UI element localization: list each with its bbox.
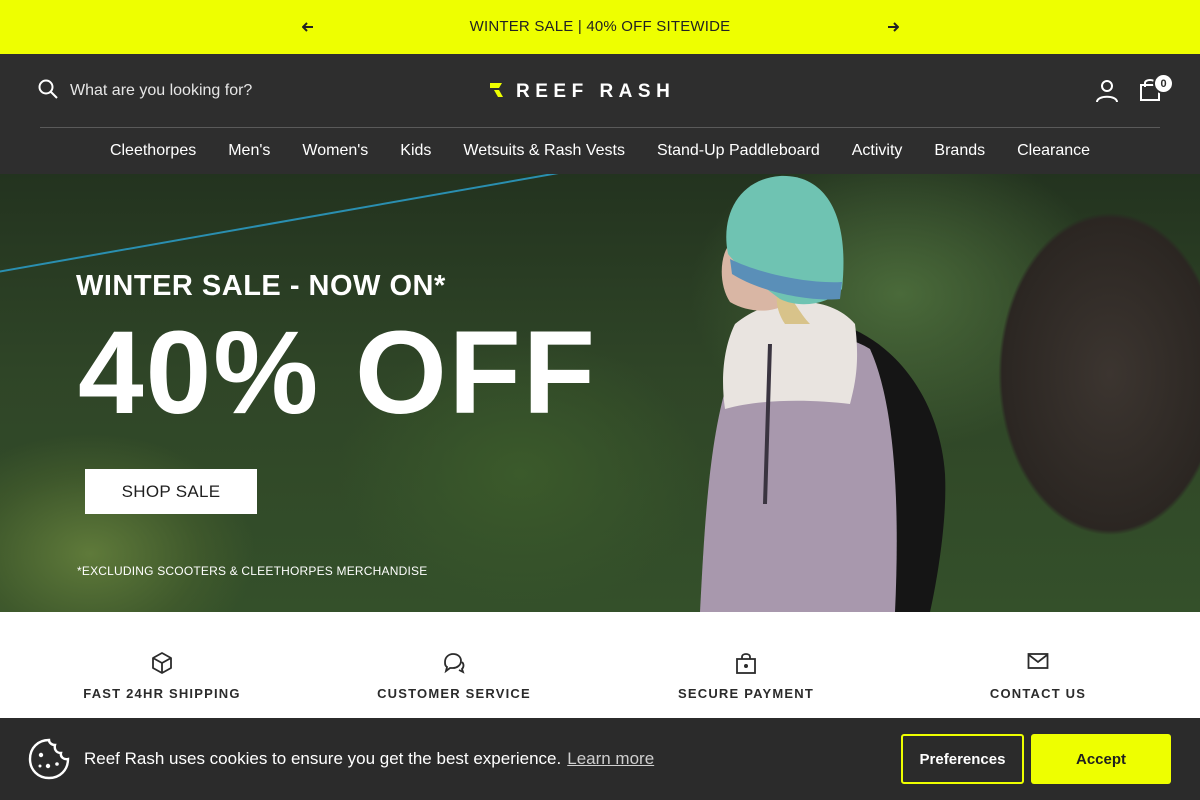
announcement-text[interactable]: WINTER SALE | 40% OFF SITEWIDE: [0, 18, 1200, 35]
lock-bag-icon: [621, 652, 871, 676]
cookie-text: Reef Rash uses cookies to ensure you get…: [84, 749, 562, 768]
site-logo[interactable]: REEF RASH: [490, 81, 675, 103]
feature-label: SECURE PAYMENT: [678, 686, 814, 701]
cookie-icon: [28, 738, 70, 780]
cookie-banner: Reef Rash uses cookies to ensure you get…: [0, 718, 1200, 800]
logo-mark-icon: [490, 82, 508, 102]
box-icon: [37, 652, 287, 676]
nav-item-womens[interactable]: Women's: [302, 142, 368, 160]
mail-icon: [913, 652, 1163, 676]
nav-item-paddleboard[interactable]: Stand-Up Paddleboard: [657, 142, 820, 160]
shop-sale-button[interactable]: SHOP SALE: [85, 469, 257, 514]
hero-banner[interactable]: WINTER SALE - NOW ON* 40% OFF SHOP SALE …: [0, 174, 1200, 612]
arrow-right-icon[interactable]: [883, 17, 903, 37]
feature-label: FAST 24HR SHIPPING: [83, 686, 241, 701]
feature-customer-service[interactable]: CUSTOMER SERVICE: [329, 652, 579, 701]
nav-item-kids[interactable]: Kids: [400, 142, 431, 160]
chat-icon: [329, 652, 579, 676]
hero-fine-print: *EXCLUDING SCOOTERS & CLEETHORPES MERCHA…: [77, 564, 428, 578]
nav-item-activity[interactable]: Activity: [852, 142, 903, 160]
cookie-message: Reef Rash uses cookies to ensure you get…: [84, 749, 654, 769]
site-header: REEF RASH 0 Cleethorpes Men's Women's Ki…: [0, 54, 1200, 174]
hero-headline: 40% OFF: [78, 307, 597, 439]
hero-model-image: [700, 175, 946, 612]
cart-button[interactable]: 0: [1139, 73, 1174, 104]
feature-label: CUSTOMER SERVICE: [377, 686, 531, 701]
accept-button[interactable]: Accept: [1031, 734, 1171, 784]
logo-text: REEF RASH: [516, 81, 676, 102]
nav-item-wetsuits[interactable]: Wetsuits & Rash Vests: [463, 142, 625, 160]
features-strip: FAST 24HR SHIPPING CUSTOMER SERVICE SECU…: [0, 612, 1200, 718]
feature-contact[interactable]: CONTACT US: [913, 652, 1163, 701]
feature-label: CONTACT US: [989, 686, 1087, 701]
account-icon[interactable]: [1096, 79, 1118, 103]
search-input[interactable]: [70, 82, 330, 100]
hero-wire: [0, 174, 611, 276]
nav-item-mens[interactable]: Men's: [228, 142, 270, 160]
search-bar[interactable]: [38, 79, 330, 103]
cart-count-badge: 0: [1153, 73, 1174, 94]
learn-more-link[interactable]: Learn more: [567, 749, 654, 768]
nav-item-brands[interactable]: Brands: [934, 142, 985, 160]
hero-eyebrow: WINTER SALE - NOW ON*: [76, 270, 446, 302]
announcement-bar: WINTER SALE | 40% OFF SITEWIDE: [0, 0, 1200, 54]
main-nav: Cleethorpes Men's Women's Kids Wetsuits …: [0, 128, 1200, 174]
preferences-button[interactable]: Preferences: [901, 734, 1024, 784]
feature-shipping[interactable]: FAST 24HR SHIPPING: [37, 652, 287, 701]
search-icon[interactable]: [38, 79, 58, 104]
feature-secure-payment[interactable]: SECURE PAYMENT: [621, 652, 871, 701]
nav-item-cleethorpes[interactable]: Cleethorpes: [110, 142, 196, 160]
nav-item-clearance[interactable]: Clearance: [1017, 142, 1090, 160]
